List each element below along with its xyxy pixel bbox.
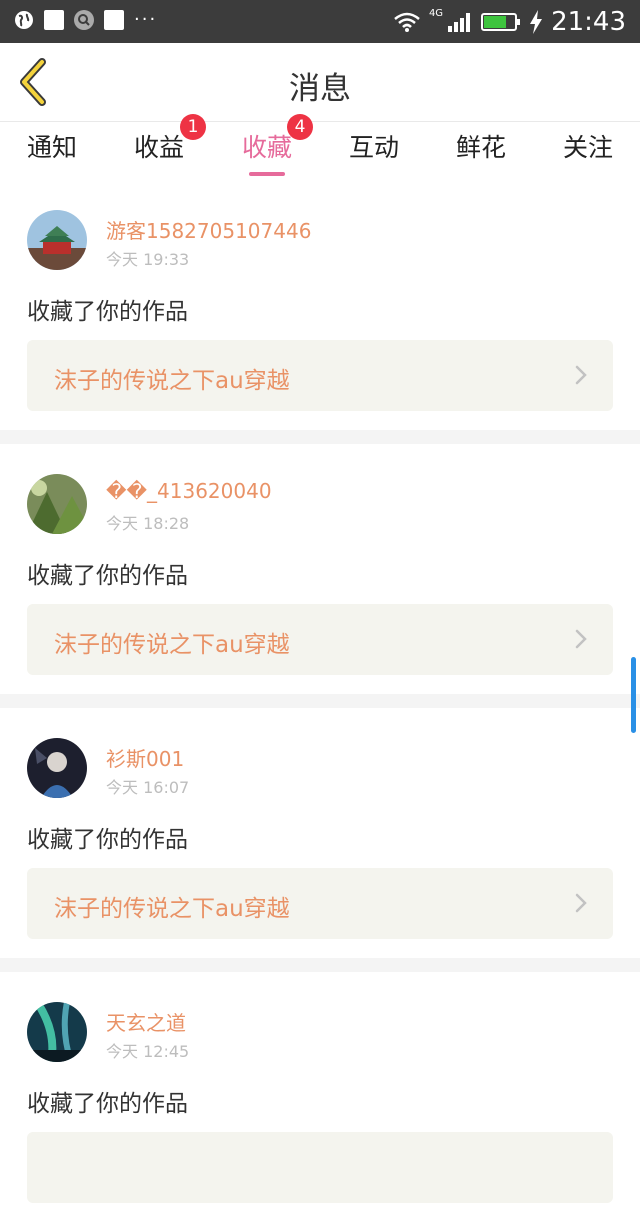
avatar-image — [27, 1002, 87, 1062]
work-link[interactable] — [27, 1132, 613, 1203]
work-link[interactable]: 沫子的传说之下au穿越 — [27, 868, 613, 939]
divider — [0, 958, 640, 972]
avatar[interactable] — [27, 474, 87, 534]
clock-time: 21:43 — [551, 7, 626, 37]
avatar-image — [27, 738, 87, 798]
work-title: 沫子的传说之下au穿越 — [54, 368, 290, 394]
timestamp: 今天 19:33 — [106, 250, 190, 269]
tab-flowers[interactable]: 鲜花 — [441, 128, 521, 164]
scrollbar[interactable] — [631, 657, 636, 733]
tab-following[interactable]: 关注 — [548, 128, 628, 164]
chevron-right-icon — [575, 365, 587, 385]
avatar-image — [27, 474, 87, 534]
list-item: 天玄之道 今天 12:45 收藏了你的作品 — [0, 972, 640, 1222]
chevron-right-icon — [575, 893, 587, 913]
avatar[interactable] — [27, 210, 87, 270]
timestamp: 今天 16:07 — [106, 778, 190, 797]
favorites-badge: 4 — [287, 114, 313, 140]
list-item: 游客1582705107446 今天 19:33 收藏了你的作品 沫子的传说之下… — [0, 180, 640, 430]
action-text: 收藏了你的作品 — [27, 563, 188, 589]
battery-icon — [481, 13, 521, 31]
action-text: 收藏了你的作品 — [27, 299, 188, 325]
globe-icon — [15, 11, 33, 29]
chevron-right-icon — [575, 629, 587, 649]
tab-notifications[interactable]: 通知 — [12, 128, 92, 164]
search-circle-icon — [74, 10, 94, 30]
username[interactable]: 天玄之道 — [106, 1007, 186, 1036]
page-title: 消息 — [289, 71, 351, 107]
tab-bar: 通知 收益 1 收藏 4 互动 鲜花 关注 — [0, 114, 640, 180]
timestamp: 今天 18:28 — [106, 514, 190, 533]
avatar[interactable] — [27, 738, 87, 798]
work-link[interactable]: 沫子的传说之下au穿越 — [27, 604, 613, 675]
message-feed: 游客1582705107446 今天 19:33 收藏了你的作品 沫子的传说之下… — [0, 180, 640, 1222]
work-title: 沫子的传说之下au穿越 — [54, 896, 290, 922]
username[interactable]: ��_413620040 — [106, 479, 272, 503]
work-link[interactable]: 沫子的传说之下au穿越 — [27, 340, 613, 411]
signal-icon — [448, 13, 471, 32]
timestamp: 今天 12:45 — [106, 1042, 190, 1061]
work-title: 沫子的传说之下au穿越 — [54, 632, 290, 658]
list-item: ��_413620040 今天 18:28 收藏了你的作品 沫子的传说之下au穿… — [0, 444, 640, 694]
avatar-image — [27, 210, 87, 270]
action-text: 收藏了你的作品 — [27, 827, 188, 853]
notification-square-icon — [44, 10, 64, 30]
list-item: 衫斯001 今天 16:07 收藏了你的作品 沫子的传说之下au穿越 — [0, 708, 640, 958]
status-bar: ··· 4G 21:43 — [0, 0, 640, 43]
active-tab-indicator — [249, 172, 285, 176]
more-dots-icon: ··· — [134, 9, 158, 30]
username[interactable]: 游客1582705107446 — [106, 215, 311, 244]
tab-interactions[interactable]: 互动 — [334, 128, 414, 164]
wifi-icon — [394, 12, 420, 32]
divider — [0, 694, 640, 708]
earnings-badge: 1 — [180, 114, 206, 140]
avatar[interactable] — [27, 1002, 87, 1062]
divider — [0, 430, 640, 444]
action-text: 收藏了你的作品 — [27, 1091, 188, 1117]
app-header: 消息 — [0, 43, 640, 122]
username[interactable]: 衫斯001 — [106, 743, 184, 772]
network-type: 4G — [428, 8, 444, 19]
charging-bolt-icon — [530, 10, 543, 34]
notification-square-icon — [104, 10, 124, 30]
